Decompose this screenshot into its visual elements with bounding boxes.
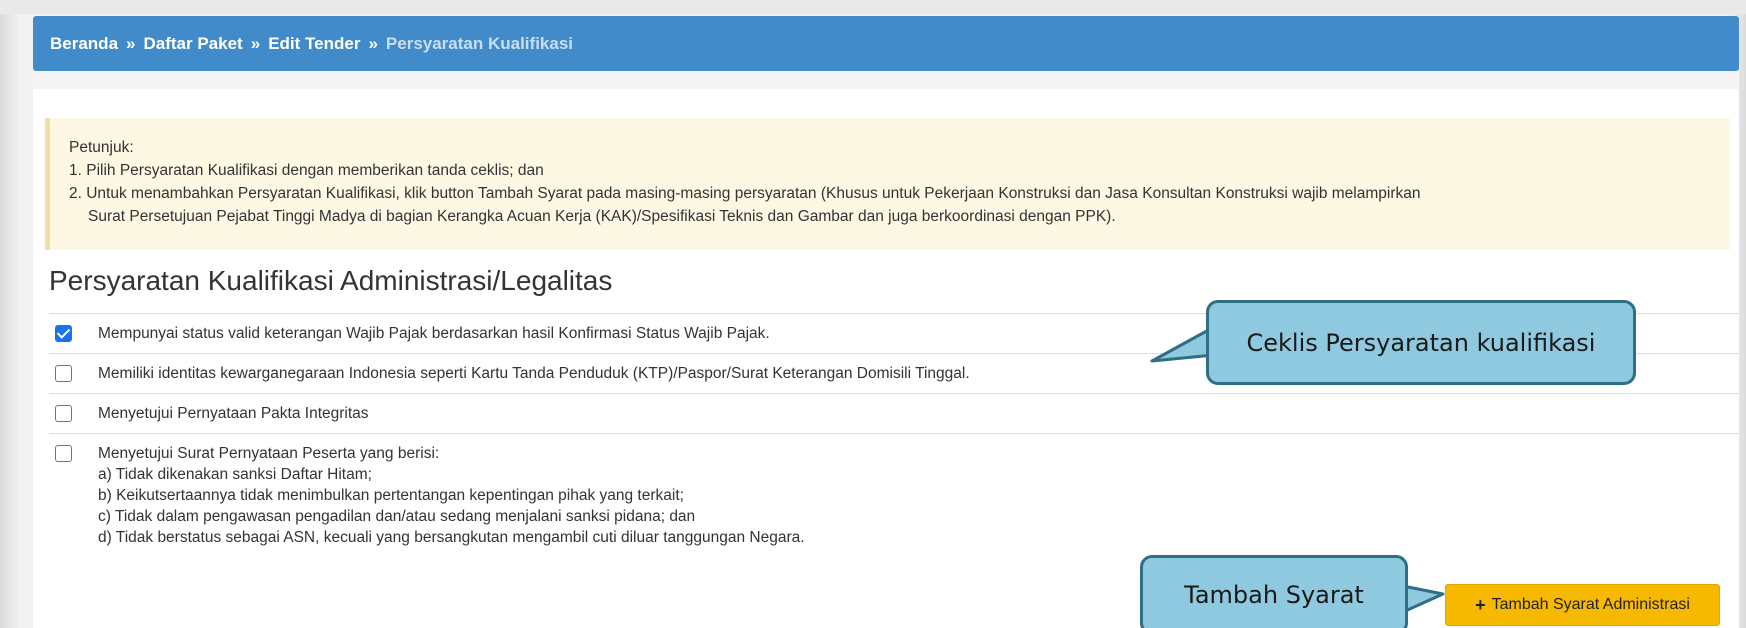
requirement-checkbox[interactable] (55, 405, 72, 422)
requirement-text: Menyetujui Surat Pernyataan Peserta yang… (98, 445, 440, 462)
requirement-subitem: d) Tidak berstatus sebagai ASN, kecuali … (98, 529, 805, 546)
instructions-alert: Petunjuk: 1. Pilih Persyaratan Kualifika… (45, 118, 1730, 250)
breadcrumb-separator: » (250, 33, 261, 53)
breadcrumb-separator: » (368, 33, 378, 53)
add-requirement-button[interactable]: + Tambah Syarat Administrasi (1445, 584, 1720, 626)
requirement-checkbox[interactable] (55, 365, 72, 382)
breadcrumb-separator: » (126, 33, 136, 53)
requirement-row: Menyetujui Surat Pernyataan Peserta yang… (49, 433, 1739, 557)
requirement-checkbox[interactable] (55, 325, 72, 342)
requirement-subitem: a) Tidak dikenakan sanksi Daftar Hitam; (98, 466, 372, 483)
breadcrumb-home[interactable]: Beranda (50, 34, 118, 54)
requirement-text: Mempunyai status valid keterangan Wajib … (98, 325, 770, 342)
instructions-line-2: 2. Untuk menambahkan Persyaratan Kualifi… (69, 185, 1421, 202)
section-title: Persyaratan Kualifikasi Administrasi/Leg… (49, 265, 613, 296)
breadcrumb-package-list[interactable]: Daftar Paket (144, 34, 243, 54)
callout-checklist: Ceklis Persyaratan kualifikasi (1206, 300, 1636, 385)
breadcrumb: Beranda » Daftar Paket » Edit Tender » P… (33, 16, 1739, 71)
requirement-text: Memiliki identitas kewarganegaraan Indon… (98, 365, 970, 382)
requirement-row: Menyetujui Pernyataan Pakta Integritas (49, 393, 1739, 433)
instructions-line-2-cont: Surat Persetujuan Pejabat Tinggi Madya d… (88, 208, 1116, 225)
requirement-text: Menyetujui Pernyataan Pakta Integritas (98, 405, 369, 422)
requirement-subitem: b) Keikutsertaannya tidak menimbulkan pe… (98, 487, 684, 504)
instructions-line-1: 1. Pilih Persyaratan Kualifikasi dengan … (69, 162, 544, 179)
instructions-heading: Petunjuk: (69, 139, 134, 156)
breadcrumb-current: Persyaratan Kualifikasi (385, 33, 574, 53)
requirement-subitem: c) Tidak dalam pengawasan pengadilan dan… (98, 508, 696, 525)
breadcrumb-edit-tender[interactable]: Edit Tender (268, 34, 360, 54)
add-requirement-label: Tambah Syarat Administrasi (1491, 596, 1690, 613)
plus-icon: + (1475, 594, 1486, 615)
requirement-text-block: Menyetujui Surat Pernyataan Peserta yang… (98, 443, 805, 548)
callout-add: Tambah Syarat (1140, 555, 1408, 628)
requirement-checkbox[interactable] (55, 445, 72, 462)
top-strip (0, 0, 1746, 14)
